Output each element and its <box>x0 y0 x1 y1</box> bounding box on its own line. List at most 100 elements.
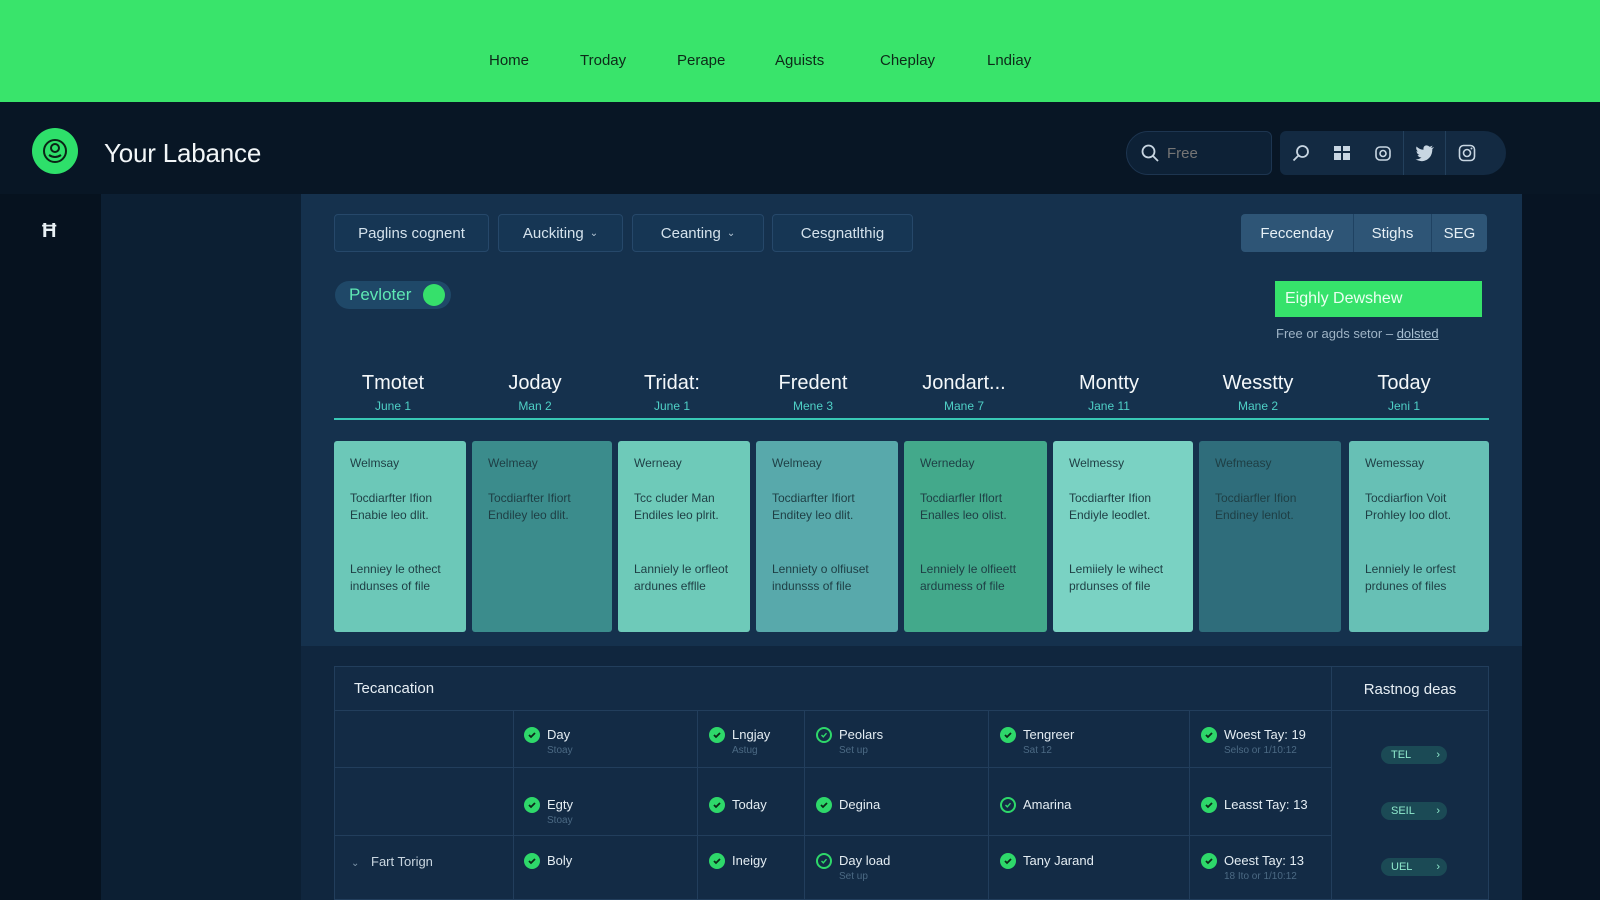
day-card[interactable]: Welmessy Tocdiarfter Ifion Endiyle leodl… <box>1053 441 1193 632</box>
table-cell[interactable]: Day load Set up <box>816 853 890 882</box>
nav-aguists[interactable]: Aguists <box>775 52 824 69</box>
filter-auckiting-dropdown[interactable]: Auckiting ⌄ <box>498 214 623 252</box>
row-divider <box>335 835 1331 836</box>
card-text-secondary: Lenniely le olfieett ardumess of file <box>920 562 1017 593</box>
cta-note-text: Free or agds setor – <box>1276 326 1394 341</box>
search-button[interactable] <box>1280 131 1321 175</box>
day-date: Mene 3 <box>792 399 834 413</box>
card-text-primary: Tocdiarfter Ifion Endiyle leodlet. <box>1069 491 1152 522</box>
chevron-down-icon: ⌄ <box>351 858 360 869</box>
nav-home[interactable]: Home <box>489 52 529 69</box>
day-card[interactable]: Wemessay Tocdiarfion Voit Prohley loo dl… <box>1349 441 1489 632</box>
table-cell[interactable]: Peolars Set up <box>816 727 883 756</box>
table-cell[interactable]: Oeest Tay: 13 18 Ito or 1/10:12 <box>1201 853 1304 882</box>
day-header[interactable]: Tridat: June 1 <box>597 372 747 413</box>
table-cell[interactable]: Degina <box>816 797 880 813</box>
tag-label: TEL <box>1391 749 1412 761</box>
table-cell[interactable]: Day Stoay <box>524 727 573 756</box>
day-date: Man 2 <box>518 399 552 413</box>
day-header[interactable]: Fredent Mene 3 <box>738 372 888 413</box>
rail-home-icon[interactable]: Ħ <box>42 220 56 243</box>
table-title: Tecancation <box>354 680 435 697</box>
table-cell[interactable]: Ineigy <box>709 853 767 869</box>
column-divider <box>697 711 698 900</box>
day-header[interactable]: Today Jeni 1 <box>1329 372 1479 413</box>
pending-icon <box>816 727 832 743</box>
grid-button[interactable] <box>1321 131 1362 175</box>
twitter-icon <box>1415 145 1434 162</box>
segment-seg[interactable]: SEG <box>1431 214 1487 252</box>
filter-paglins-cognent[interactable]: Paglins cognent <box>334 214 489 252</box>
row-tag-button[interactable]: UEL › <box>1381 858 1447 876</box>
table-cell[interactable]: Boly <box>524 853 572 869</box>
card-title: Welmeay <box>488 456 538 470</box>
camera-button[interactable] <box>1362 131 1403 175</box>
table-cell[interactable]: Tany Jarand <box>1000 853 1094 869</box>
check-icon <box>816 797 832 813</box>
day-card[interactable]: Welmsay Tocdiarfter Ifion Enabie leo dli… <box>334 441 466 632</box>
app-header: Your Labance <box>0 102 1600 194</box>
tag-label: SEIL <box>1391 805 1415 817</box>
table-cell[interactable]: Woest Tay: 19 Selso or 1/10:12 <box>1201 727 1306 756</box>
filter-cesgnatlthig[interactable]: Cesgnatlthig <box>772 214 913 252</box>
day-header[interactable]: Tmotet June 1 <box>318 372 468 413</box>
day-card[interactable]: Welmeay Tocdiarfter Ifiort Enditey leo d… <box>756 441 898 632</box>
row-divider <box>335 767 1331 768</box>
day-header[interactable]: Montty Jane 11 <box>1034 372 1184 413</box>
cell-text: Today <box>732 797 767 812</box>
table-cell[interactable]: Lngjay Astug <box>709 727 770 756</box>
day-card[interactable]: Wefmeasy Tocdiarfler Ifion Endiney lenlo… <box>1199 441 1341 632</box>
left-rail: Ħ <box>0 194 101 900</box>
column-divider <box>513 711 514 900</box>
twitter-button[interactable] <box>1404 131 1445 175</box>
day-header[interactable]: Jondart... Mane 7 <box>889 372 1039 413</box>
day-card[interactable]: Werneday Tocdiarfler Iflort Enalles leo … <box>904 441 1047 632</box>
day-card[interactable]: Werneay Tcc cluder Man Endiles leo plrit… <box>618 441 750 632</box>
cell-subtext: Stoay <box>547 815 573 826</box>
nav-troday[interactable]: Troday <box>580 52 626 69</box>
card-text-secondary: Lemiiely le wihect prdunses of file <box>1069 562 1164 593</box>
card-title: Wefmeasy <box>1215 456 1272 470</box>
table-cell[interactable]: Tengreer Sat 12 <box>1000 727 1074 756</box>
nav-perape[interactable]: Perape <box>677 52 725 69</box>
day-name: Tmotet <box>361 372 425 394</box>
search-field[interactable] <box>1126 131 1272 175</box>
day-header[interactable]: Wesstty Mane 2 <box>1183 372 1333 413</box>
primary-cta-button[interactable]: Eighly Dewshew <box>1275 281 1482 317</box>
cta-note-link[interactable]: dolsted <box>1397 326 1439 341</box>
main-content: Paglins cognent Auckiting ⌄ Ceanting ⌄ C… <box>301 194 1522 900</box>
table-cell[interactable]: Today <box>709 797 767 813</box>
camera-icon <box>1374 146 1391 161</box>
day-header[interactable]: Joday Man 2 <box>460 372 610 413</box>
search-input[interactable] <box>1167 144 1257 162</box>
segment-feccenday[interactable]: Feccenday <box>1241 214 1353 252</box>
card-text-primary: Tocdiarfion Voit Prohley loo dlot. <box>1365 491 1452 522</box>
instagram-button[interactable] <box>1446 131 1487 175</box>
card-title: Welmessy <box>1069 456 1125 470</box>
app-logo[interactable] <box>32 128 78 174</box>
row-label[interactable]: ⌄ Fart Torign <box>351 854 433 869</box>
table-cell[interactable]: Egty Stoay <box>524 797 573 826</box>
top-nav: Home Troday Perape Aguists Cheplay Lndia… <box>0 0 1600 102</box>
status-toggle-pill[interactable]: Pevloter <box>335 281 451 309</box>
row-tag-button[interactable]: SEIL › <box>1381 802 1447 820</box>
table-cell[interactable]: Leasst Tay: 13 <box>1201 797 1308 813</box>
nav-cheplay[interactable]: Cheplay <box>880 52 935 69</box>
row-tag-button[interactable]: TEL › <box>1381 746 1447 764</box>
tag-label: UEL <box>1391 861 1413 873</box>
card-text-primary: Tocdiarfter Ifiort Enditey leo dlit. <box>772 491 855 522</box>
segment-stighs[interactable]: Stighs <box>1353 214 1431 252</box>
chevron-down-icon: ⌄ <box>726 227 736 239</box>
table-cell[interactable]: Amarina <box>1000 797 1071 813</box>
day-card[interactable]: Welmeay Tocdiarfter Ifiort Endiley leo d… <box>472 441 612 632</box>
column-divider <box>988 711 989 900</box>
card-title: Wemessay <box>1365 456 1425 470</box>
card-text-primary: Tocdiarfter Ifiort Endiley leo dlit. <box>488 491 571 522</box>
filter-ceanting-dropdown[interactable]: Ceanting ⌄ <box>632 214 764 252</box>
check-icon <box>1201 727 1217 743</box>
card-text-secondary: Lenniely le orfest prdunes of files <box>1365 562 1456 593</box>
nav-lndiay[interactable]: Lndiay <box>987 52 1031 69</box>
check-icon <box>524 727 540 743</box>
search-icon <box>1292 145 1309 162</box>
app-title: Your Labance <box>104 138 262 168</box>
